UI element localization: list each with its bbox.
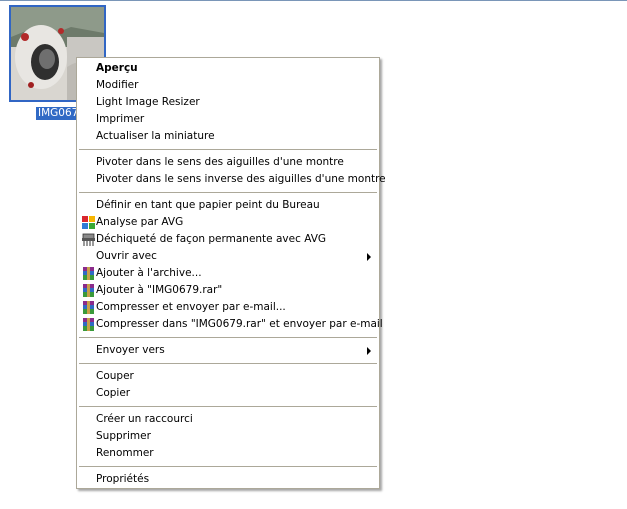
menu-item-compresser-envoyer[interactable]: Compresser et envoyer par e-mail... — [79, 299, 377, 316]
menu-separator — [79, 149, 377, 150]
avg-icon — [82, 216, 95, 229]
context-menu: Aperçu Modifier Light Image Resizer Impr… — [76, 57, 386, 489]
menu-item-proprietes[interactable]: Propriétés — [79, 471, 377, 488]
menu-separator — [79, 337, 377, 338]
menu-item-label: Déchiqueté de façon permanente avec AVG — [96, 233, 327, 245]
menu-item-supprimer[interactable]: Supprimer — [79, 428, 377, 445]
menu-item-envoyer-vers[interactable]: Envoyer vers — [79, 342, 377, 359]
file-name-label[interactable]: IMG067 — [36, 107, 78, 120]
menu-item-ajouter-rar[interactable]: Ajouter à "IMG0679.rar" — [79, 282, 377, 299]
menu-item-renommer[interactable]: Renommer — [79, 445, 377, 462]
menu-item-copier[interactable]: Copier — [79, 385, 377, 402]
menu-item-label: Compresser et envoyer par e-mail... — [96, 301, 286, 313]
menu-item-pivoter-horaire[interactable]: Pivoter dans le sens des aiguilles d'une… — [79, 154, 377, 171]
menu-separator — [79, 192, 377, 193]
menu-separator — [79, 406, 377, 407]
menu-item-apercu[interactable]: Aperçu — [79, 60, 377, 77]
menu-item-label: Ouvrir avec — [96, 250, 157, 262]
winrar-icon — [83, 284, 94, 297]
menu-item-label: Ajouter à l'archive... — [96, 267, 202, 279]
menu-item-papier-peint[interactable]: Définir en tant que papier peint du Bure… — [79, 197, 377, 214]
winrar-icon — [83, 318, 94, 331]
menu-item-actualiser-miniature[interactable]: Actualiser la miniature — [79, 128, 377, 145]
menu-item-label: Ajouter à "IMG0679.rar" — [96, 284, 223, 296]
menu-item-pivoter-antihoraire[interactable]: Pivoter dans le sens inverse des aiguill… — [79, 171, 386, 188]
winrar-icon — [83, 301, 94, 314]
menu-separator — [79, 363, 377, 364]
menu-item-label: Analyse par AVG — [96, 216, 184, 228]
menu-item-ouvrir-avec[interactable]: Ouvrir avec — [79, 248, 377, 265]
menu-item-couper[interactable]: Couper — [79, 368, 377, 385]
menu-separator — [79, 466, 377, 467]
menu-item-ajouter-archive[interactable]: Ajouter à l'archive... — [79, 265, 377, 282]
shredder-icon — [82, 233, 95, 246]
menu-item-creer-raccourci[interactable]: Créer un raccourci — [79, 411, 377, 428]
submenu-arrow-icon — [367, 253, 371, 261]
menu-item-imprimer[interactable]: Imprimer — [79, 111, 377, 128]
submenu-arrow-icon — [367, 347, 371, 355]
winrar-icon — [83, 267, 94, 280]
window-top-edge — [0, 0, 627, 1]
menu-item-compresser-rar-envoyer[interactable]: Compresser dans "IMG0679.rar" et envoyer… — [79, 316, 383, 333]
menu-item-dechiquete-avg[interactable]: Déchiqueté de façon permanente avec AVG — [79, 231, 377, 248]
menu-item-analyse-avg[interactable]: Analyse par AVG — [79, 214, 377, 231]
menu-item-label: Envoyer vers — [96, 344, 165, 356]
menu-item-modifier[interactable]: Modifier — [79, 77, 377, 94]
menu-item-light-image-resizer[interactable]: Light Image Resizer — [79, 94, 377, 111]
menu-item-label: Compresser dans "IMG0679.rar" et envoyer… — [96, 318, 383, 330]
